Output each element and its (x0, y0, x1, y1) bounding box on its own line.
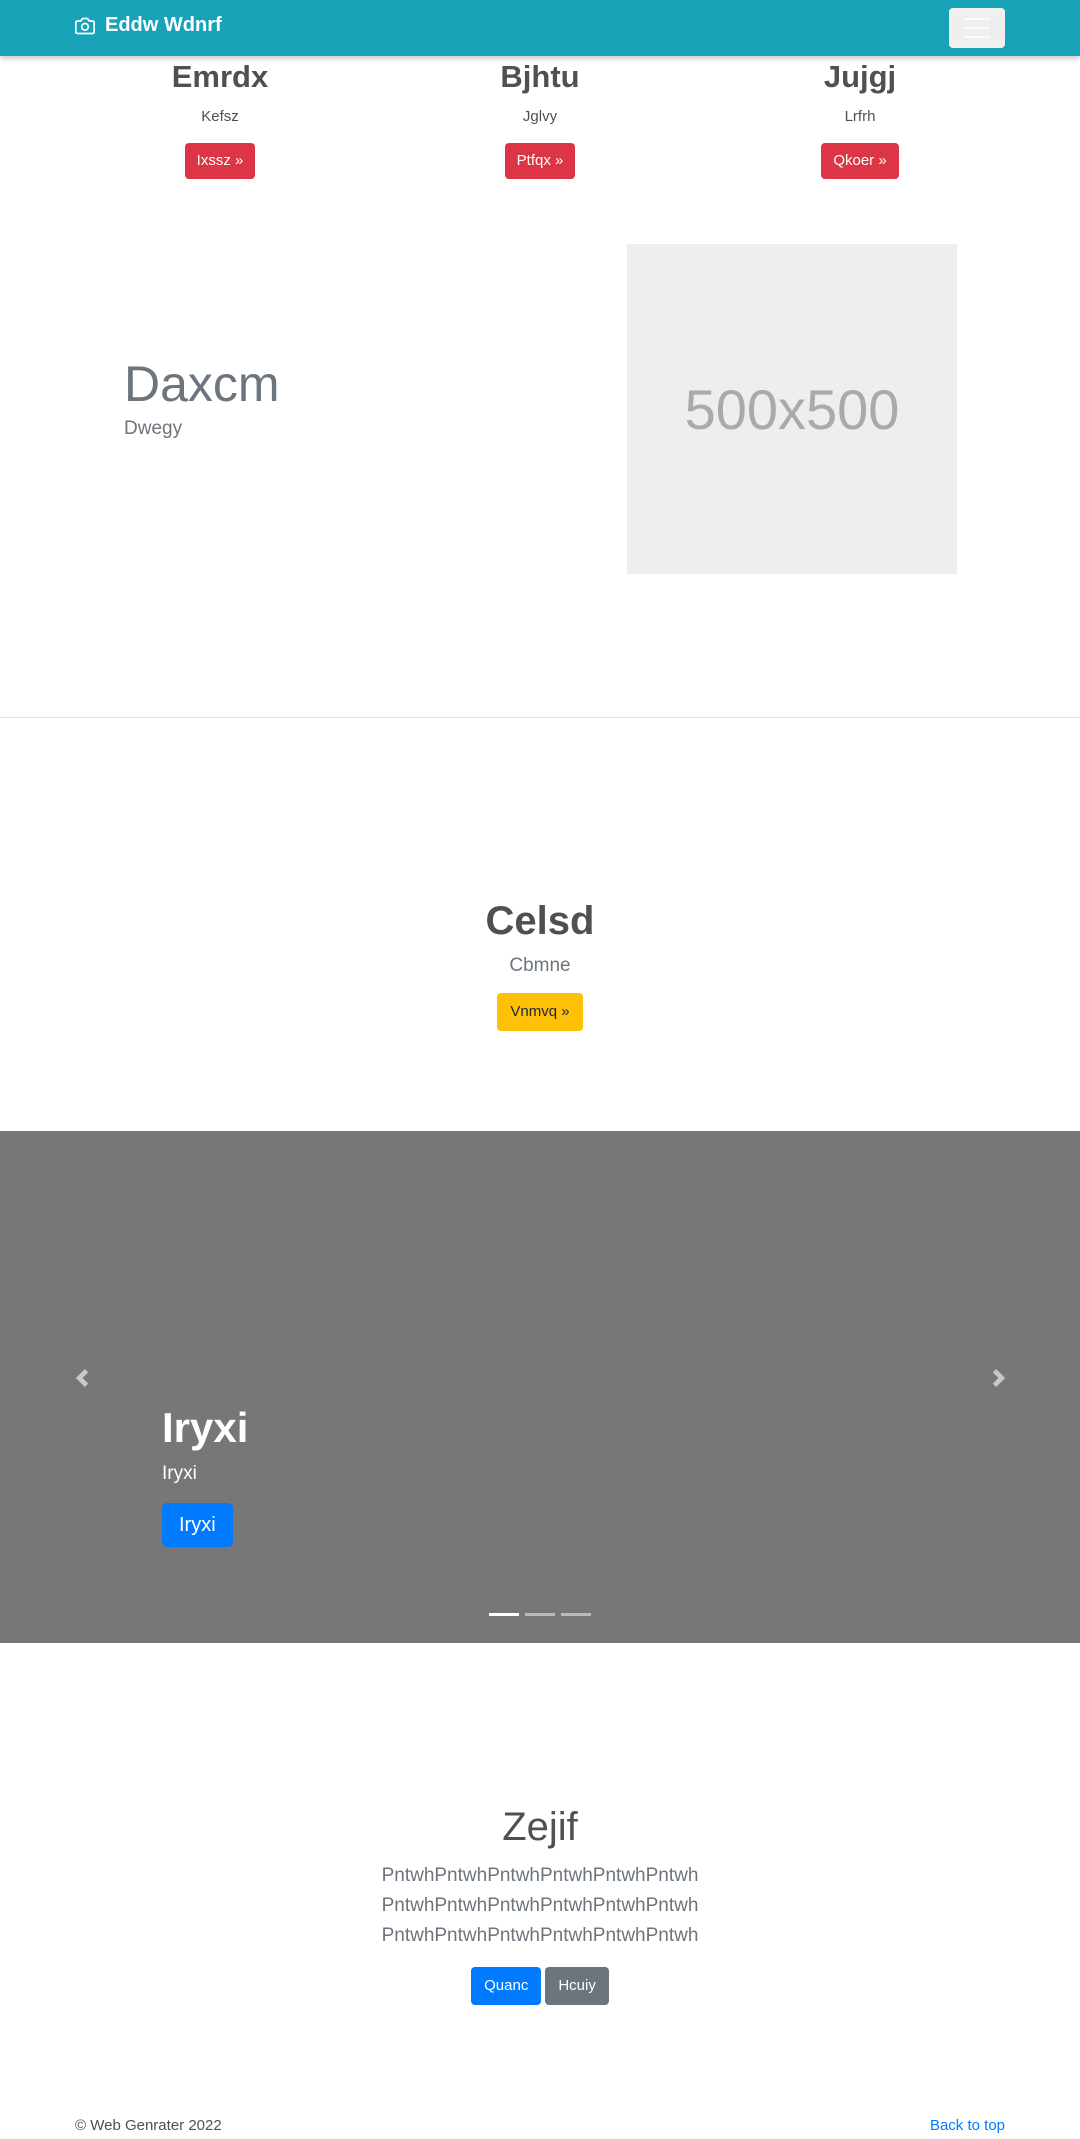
jumbotron: Zejif PntwhPntwhPntwhPntwhPntwhPntwh Pnt… (0, 1799, 1080, 2005)
carousel-title: Iryxi (162, 1404, 249, 1451)
chevron-left-icon (75, 1369, 89, 1387)
navbar-toggle-button[interactable] (949, 8, 1005, 48)
cta-section: Celsd Cbmne Vnmvq » (0, 893, 1080, 1031)
featurette-heading: Daxcm (124, 356, 280, 412)
jumbotron-line: PntwhPntwhPntwhPntwhPntwhPntwh (381, 1865, 699, 1886)
jumbotron-line: PntwhPntwhPntwhPntwhPntwhPntwh (381, 1895, 699, 1916)
feature-button[interactable]: Ixssz » (184, 143, 256, 179)
primary-button[interactable]: Quanc (471, 1967, 542, 2005)
cta-text: Cbmne (509, 955, 571, 976)
carousel-indicators (489, 1613, 591, 1616)
feature-button[interactable]: Qkoer » (821, 143, 899, 179)
feature-column-2: Bjhtu Jglvy Ptfqx » (390, 57, 690, 179)
chevron-right-icon (992, 1369, 1006, 1387)
carousel-text: Iryxi (162, 1463, 197, 1484)
carousel-button[interactable]: Iryxi (162, 1503, 233, 1547)
hamburger-icon-bar (964, 27, 990, 29)
featurette-subheading: Dwegy (124, 418, 183, 439)
feature-title: Bjhtu (500, 59, 580, 94)
hamburger-icon-bar (964, 18, 990, 20)
hamburger-icon-bar (964, 36, 990, 38)
secondary-button[interactable]: Hcuiy (545, 1967, 609, 2005)
carousel-indicator[interactable] (525, 1613, 555, 1616)
carousel-indicator[interactable] (489, 1613, 519, 1616)
placeholder-image-label: 500x500 (684, 377, 900, 441)
brand-link[interactable]: Eddw Wdnrf (75, 14, 222, 37)
brand-name: Eddw Wdnrf (105, 14, 222, 36)
jumbotron-buttons: Quanc Hcuiy (0, 1967, 1080, 2005)
divider (0, 717, 1080, 718)
jumbotron-line: PntwhPntwhPntwhPntwhPntwhPntwh (381, 1925, 699, 1946)
feature-text: Lrfrh (844, 108, 876, 125)
carousel-indicator[interactable] (561, 1613, 591, 1616)
feature-text: Jglvy (522, 108, 558, 125)
feature-column-1: Emrdx Kefsz Ixssz » (70, 57, 370, 179)
feature-text: Kefsz (201, 108, 239, 125)
camera-icon (75, 17, 95, 34)
feature-button[interactable]: Ptfqx » (504, 143, 576, 179)
footer-copyright: © Web Genrater 2022 (75, 2117, 222, 2134)
jumbotron-title: Zejif (502, 1805, 578, 1849)
carousel-prev-button[interactable] (68, 1363, 96, 1393)
feature-title: Emrdx (171, 59, 269, 94)
carousel: Iryxi Iryxi Iryxi (0, 1131, 1080, 1643)
cta-button[interactable]: Vnmvq » (497, 993, 583, 1031)
carousel-caption: Iryxi Iryxi Iryxi (162, 1403, 248, 1547)
feature-title: Jujgj (823, 59, 897, 94)
placeholder-image: 500x500 (627, 244, 957, 574)
cta-title: Celsd (485, 899, 595, 943)
carousel-next-button[interactable] (985, 1363, 1013, 1393)
back-to-top-link[interactable]: Back to top (930, 2117, 1005, 2134)
feature-column-3: Jujgj Lrfrh Qkoer » (710, 57, 1010, 179)
navbar: Eddw Wdnrf (0, 0, 1080, 56)
jumbotron-lead: PntwhPntwhPntwhPntwhPntwhPntwh PntwhPntw… (0, 1861, 1080, 1951)
